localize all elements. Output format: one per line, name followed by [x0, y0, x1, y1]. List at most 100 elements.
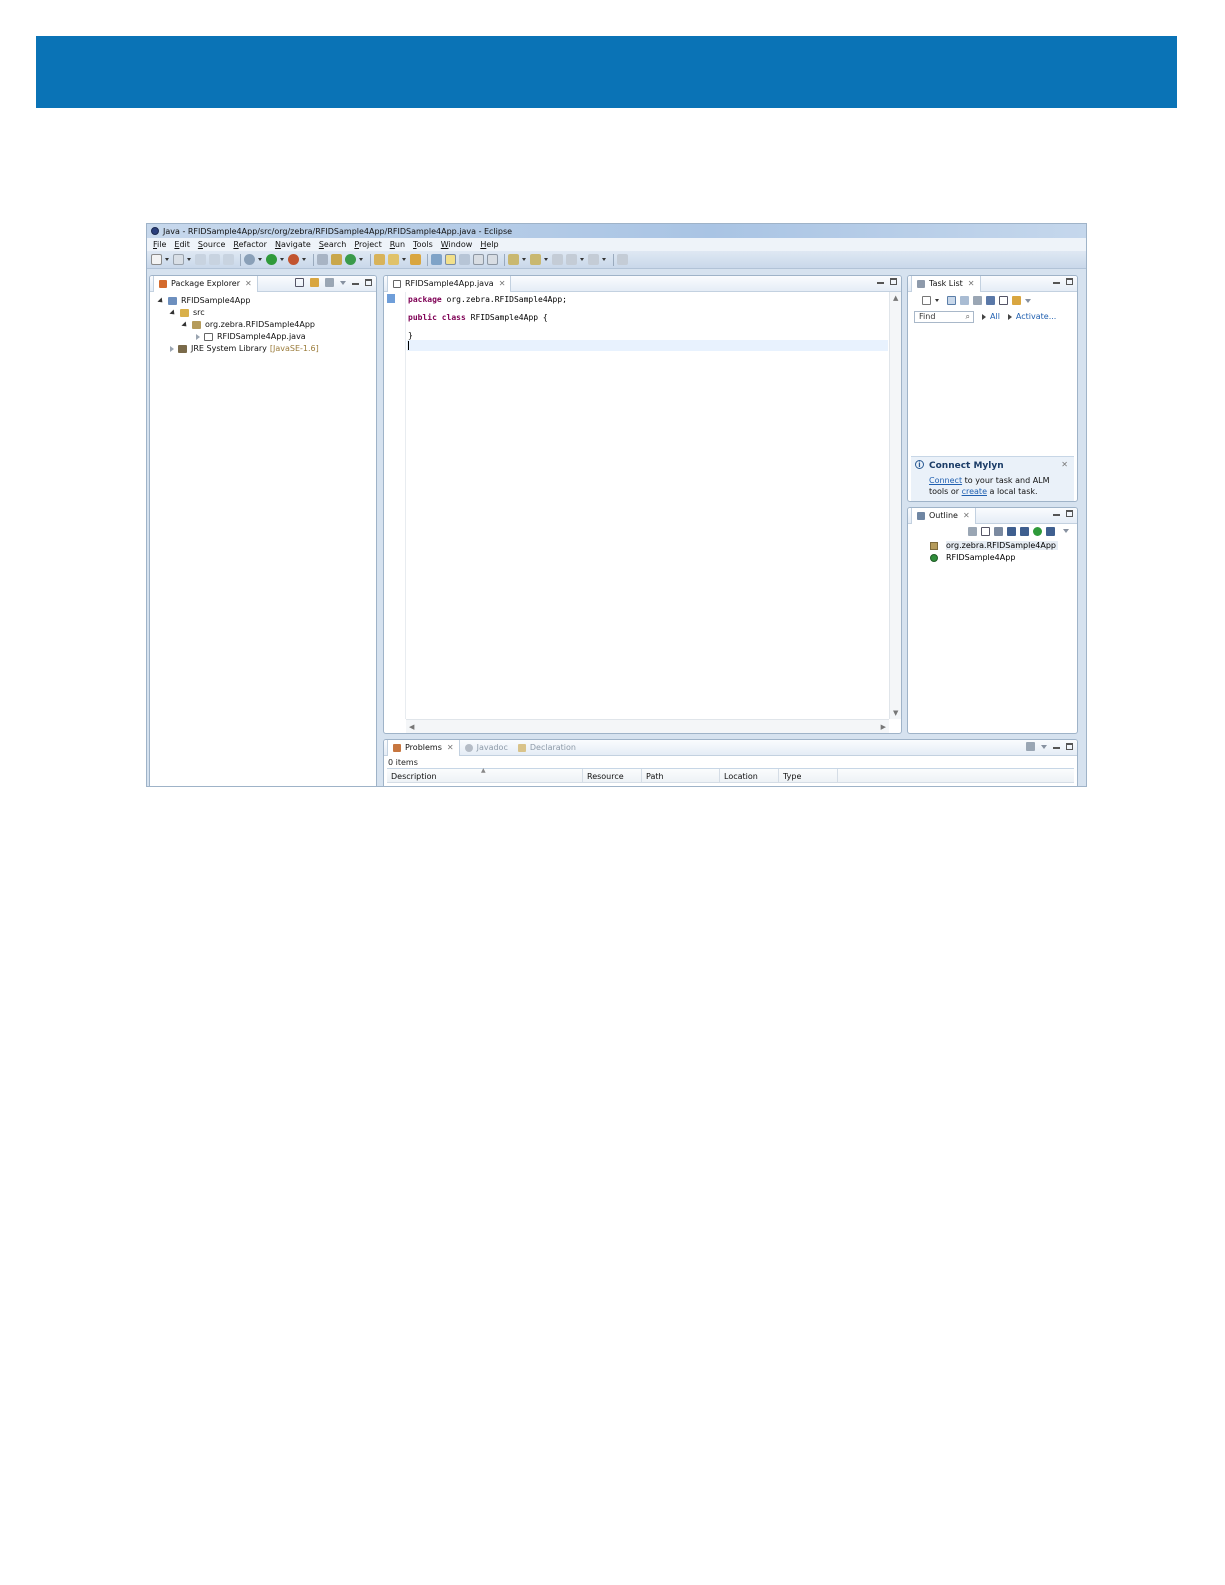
debug-icon[interactable]	[244, 254, 255, 265]
tree-src-folder[interactable]: src	[169, 307, 205, 318]
menu-file[interactable]: File	[149, 240, 170, 249]
create-link[interactable]: create	[962, 487, 987, 496]
focus-on-task-icon[interactable]	[968, 527, 977, 536]
hide-non-public-icon[interactable]	[1033, 527, 1042, 536]
close-icon[interactable]: ✕	[499, 279, 506, 288]
show-whitespace-icon[interactable]	[459, 254, 470, 265]
connect-link[interactable]: Connect	[929, 476, 962, 485]
new-package-icon[interactable]	[331, 254, 342, 265]
forward-icon[interactable]	[588, 254, 599, 265]
tree-package[interactable]: org.zebra.RFIDSample4App	[181, 319, 315, 330]
activate-link[interactable]: Activate...	[1016, 312, 1056, 321]
outline-package-item[interactable]: org.zebra.RFIDSample4App	[930, 540, 1058, 551]
new-task-dropdown-icon[interactable]	[935, 299, 939, 302]
new-class-dropdown-icon[interactable]	[359, 258, 363, 261]
hide-local-types-icon[interactable]	[1046, 527, 1055, 536]
menu-tools[interactable]: Tools	[409, 240, 437, 249]
search-icon[interactable]: ⌕	[966, 312, 970, 322]
previous-annotation-icon[interactable]	[530, 254, 541, 265]
categorized-icon[interactable]	[947, 296, 956, 305]
show-source-icon[interactable]	[487, 254, 498, 265]
maximize-icon[interactable]	[890, 278, 897, 285]
run-dropdown-icon[interactable]	[280, 258, 284, 261]
view-menu-icon[interactable]	[1063, 529, 1069, 533]
maximize-icon[interactable]	[1066, 743, 1073, 750]
column-resource[interactable]: Resource	[583, 769, 642, 782]
view-menu-icon[interactable]	[340, 280, 346, 285]
expand-closed-icon[interactable]	[170, 345, 174, 352]
tab-package-explorer[interactable]: Package Explorer ✕	[153, 276, 258, 292]
tab-editor-file[interactable]: RFIDSample4App.java ✕	[387, 276, 512, 292]
scroll-left-icon[interactable]: ◀	[409, 723, 414, 731]
editor-vertical-scrollbar[interactable]: ▲ ▼	[889, 292, 901, 719]
open-dropdown-icon[interactable]	[187, 258, 191, 261]
print-icon[interactable]	[223, 254, 234, 265]
view-menu-icon[interactable]	[1025, 298, 1031, 303]
new-java-project-icon[interactable]	[317, 254, 328, 265]
forward-dropdown-icon[interactable]	[602, 258, 606, 261]
toggle-highlight-icon[interactable]	[445, 254, 456, 265]
run-icon[interactable]	[266, 254, 277, 265]
next-annotation-dropdown-icon[interactable]	[522, 258, 526, 261]
code-line-3[interactable]: public class RFIDSample4App {	[408, 313, 548, 322]
open-icon[interactable]	[173, 254, 184, 265]
menu-source[interactable]: Source	[194, 240, 229, 249]
menu-edit[interactable]: Edit	[170, 240, 194, 249]
minimize-icon[interactable]	[1053, 513, 1060, 516]
task-find-input[interactable]: Find ⌕	[914, 311, 974, 323]
menu-project[interactable]: Project	[350, 240, 385, 249]
hide-completed-icon[interactable]	[986, 296, 995, 305]
back-dropdown-icon[interactable]	[580, 258, 584, 261]
pin-editor-icon[interactable]	[617, 254, 628, 265]
collapse-all-icon[interactable]	[295, 278, 304, 287]
minimize-icon[interactable]	[1053, 281, 1060, 284]
new-class-icon[interactable]	[345, 254, 356, 265]
tree-project[interactable]: RFIDSample4App	[157, 295, 250, 306]
hide-static-icon[interactable]	[1020, 527, 1029, 536]
menu-search[interactable]: Search	[315, 240, 350, 249]
all-link[interactable]: All	[990, 312, 1000, 321]
tab-javadoc[interactable]: Javadoc	[460, 740, 513, 756]
new-dropdown-icon[interactable]	[165, 258, 169, 261]
menu-window[interactable]: Window	[437, 240, 477, 249]
close-icon[interactable]: ✕	[447, 743, 454, 752]
editor-horizontal-scrollbar[interactable]: ◀ ▶	[406, 719, 889, 733]
block-selection-icon[interactable]	[473, 254, 484, 265]
maximize-icon[interactable]	[1066, 278, 1073, 285]
expand-open-icon[interactable]	[157, 296, 165, 305]
scroll-right-icon[interactable]: ▶	[881, 723, 886, 731]
column-path[interactable]: Path	[642, 769, 720, 782]
scheduled-icon[interactable]	[960, 296, 969, 305]
save-all-icon[interactable]	[209, 254, 220, 265]
open-task-icon[interactable]	[410, 254, 421, 265]
menu-navigate[interactable]: Navigate	[271, 240, 315, 249]
debug-dropdown-icon[interactable]	[258, 258, 262, 261]
view-menu-icon[interactable]	[1041, 744, 1047, 749]
sort-icon[interactable]	[994, 527, 1003, 536]
hide-fields-icon[interactable]	[1007, 527, 1016, 536]
scroll-down-icon[interactable]: ▼	[893, 709, 898, 717]
close-icon[interactable]: ✕	[963, 511, 970, 520]
maximize-icon[interactable]	[365, 279, 372, 286]
expand-open-icon[interactable]	[169, 308, 177, 317]
expand-closed-icon[interactable]	[196, 333, 200, 340]
focus-on-workweek-icon[interactable]	[973, 296, 982, 305]
collapse-all-icon[interactable]	[999, 296, 1008, 305]
column-type[interactable]: Type	[779, 769, 838, 782]
expand-open-icon[interactable]	[181, 320, 189, 329]
tab-task-list[interactable]: Task List ✕	[911, 276, 981, 292]
column-location[interactable]: Location	[720, 769, 779, 782]
toggle-mark-occurrences-icon[interactable]	[431, 254, 442, 265]
minimize-icon[interactable]	[352, 282, 359, 285]
menu-help[interactable]: Help	[476, 240, 502, 249]
tab-problems[interactable]: Problems ✕	[387, 740, 460, 756]
close-icon[interactable]: ✕	[968, 279, 975, 288]
minimize-icon[interactable]	[1053, 746, 1060, 749]
code-line-1[interactable]: package org.zebra.RFIDSample4App;	[408, 295, 567, 304]
scroll-up-icon[interactable]: ▲	[893, 294, 898, 302]
link-with-editor-icon[interactable]	[310, 278, 319, 287]
next-annotation-icon[interactable]	[508, 254, 519, 265]
tab-outline[interactable]: Outline ✕	[911, 508, 976, 524]
code-line-5[interactable]: }	[408, 331, 413, 340]
external-tools-dropdown-icon[interactable]	[302, 258, 306, 261]
